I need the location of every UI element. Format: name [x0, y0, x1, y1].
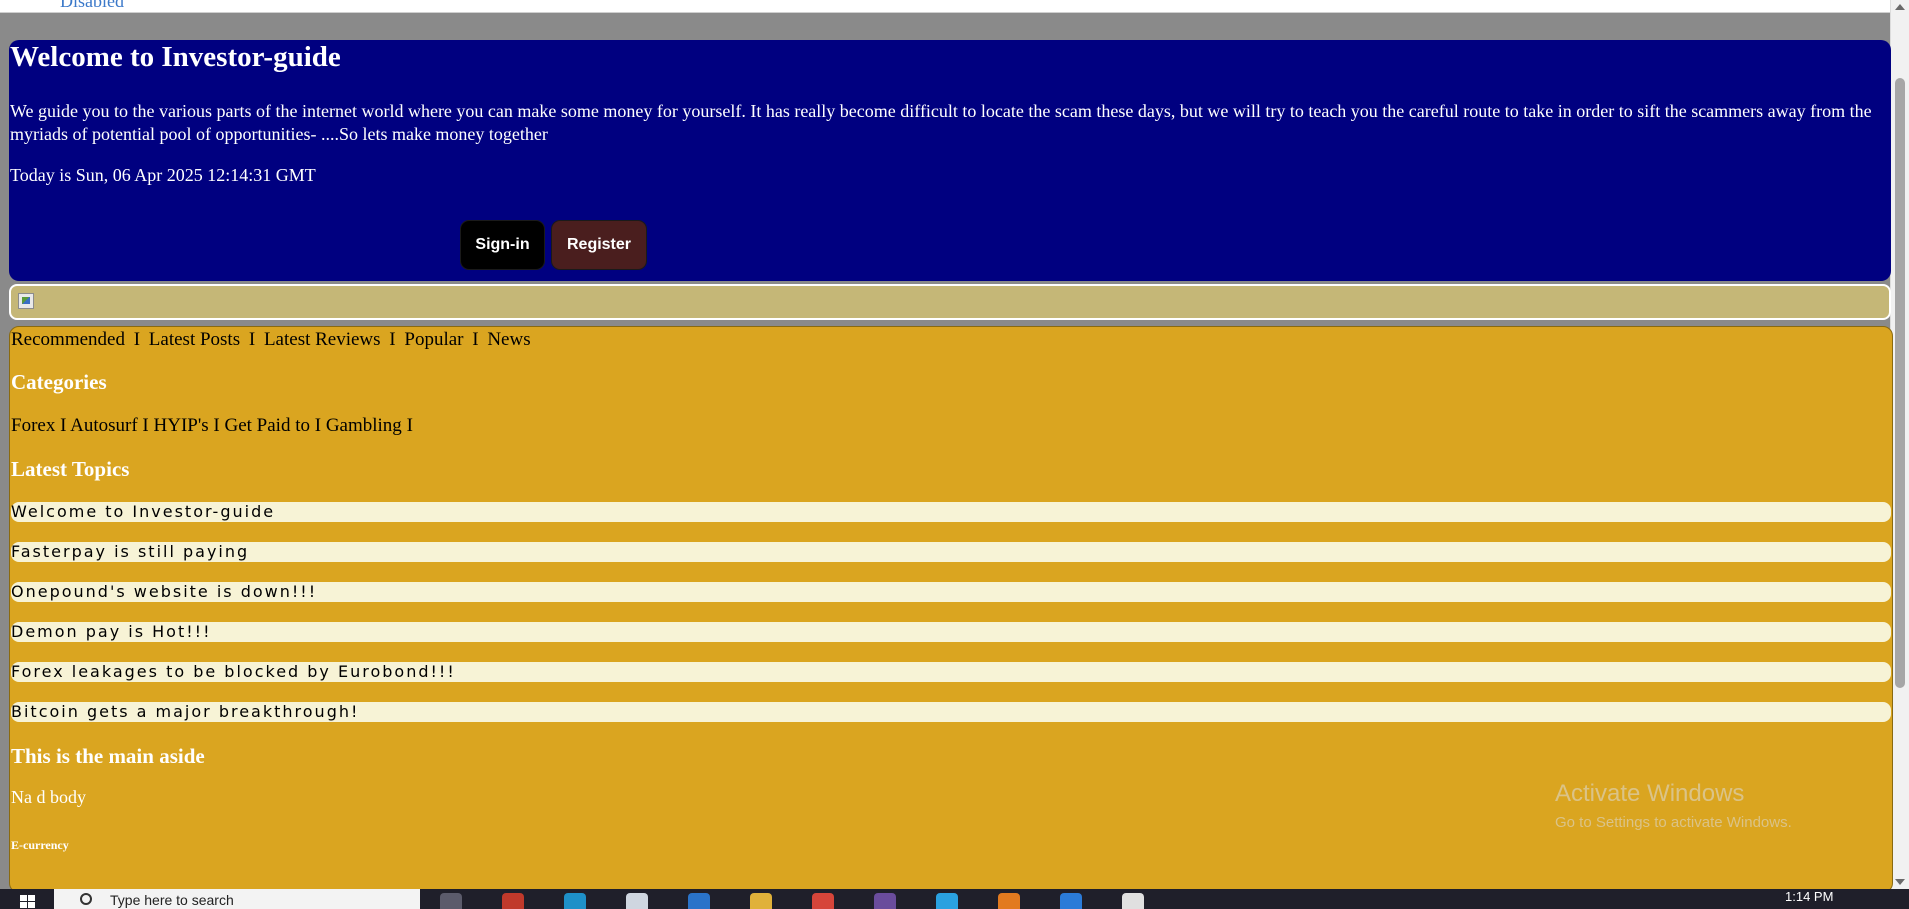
- previous-content-strip: Disabled: [0, 0, 1891, 13]
- current-date: Today is Sun, 06 Apr 2025 12:14:31 GMT: [10, 165, 316, 185]
- nav-separator: I: [389, 329, 396, 350]
- clock-time[interactable]: 1:14 PM: [1785, 889, 1833, 904]
- nav-separator: I: [133, 329, 141, 350]
- nav-item-recommended[interactable]: Recommended: [11, 329, 125, 350]
- sign-in-button[interactable]: Sign-in: [460, 220, 545, 270]
- windows-start-icon[interactable]: [20, 895, 36, 909]
- categories-list: Forex I Autosurf I HYIP's I Get Paid to …: [11, 415, 413, 437]
- watermark-title: Activate Windows: [1555, 780, 1745, 807]
- scrollbar-thumb[interactable]: [1895, 78, 1905, 688]
- top-nav: Recommended I Latest Posts I Latest Revi…: [11, 329, 531, 351]
- register-button[interactable]: Register: [551, 220, 647, 270]
- scroll-up-arrow-icon[interactable]: [1895, 4, 1905, 10]
- aside-body-text: Na d body: [11, 787, 86, 807]
- copilot-icon[interactable]: [502, 893, 524, 909]
- category-separator: I: [314, 415, 322, 436]
- disabled-text: Disabled: [60, 0, 124, 11]
- topic-item[interactable]: Forex leakages to be blocked by Eurobond…: [11, 662, 1891, 682]
- app-orange-icon[interactable]: [998, 893, 1020, 909]
- watermark-subtitle: Go to Settings to activate Windows.: [1555, 814, 1792, 831]
- category-separator: I: [406, 415, 413, 436]
- search-placeholder: Type here to search: [110, 892, 234, 908]
- paint-icon[interactable]: [1122, 893, 1144, 909]
- topic-item[interactable]: Onepound's website is down!!!: [11, 582, 1891, 602]
- nav-item-latest-reviews[interactable]: Latest Reviews: [264, 329, 381, 350]
- mail-icon[interactable]: [688, 893, 710, 909]
- taskbar-search[interactable]: Type here to search: [54, 889, 420, 909]
- category-forex[interactable]: Forex: [11, 415, 55, 436]
- nav-item-popular[interactable]: Popular: [404, 329, 463, 350]
- topic-item[interactable]: Welcome to Investor-guide: [11, 502, 1891, 522]
- edge-icon[interactable]: [564, 893, 586, 909]
- aside-heading: This is the main aside: [11, 744, 205, 768]
- banner-strip: [9, 284, 1891, 320]
- category-separator: I: [213, 415, 220, 436]
- e-currency-heading: E-currency: [11, 838, 69, 852]
- telegram-icon[interactable]: [936, 893, 958, 909]
- file-explorer-icon[interactable]: [750, 893, 772, 909]
- intro-text: We guide you to the various parts of the…: [10, 101, 1872, 144]
- nav-separator: I: [472, 329, 479, 350]
- topic-item[interactable]: Fasterpay is still paying: [11, 542, 1891, 562]
- activation-watermark: Activate Windows Go to Settings to activ…: [1555, 780, 1792, 831]
- latest-topics-heading: Latest Topics: [11, 457, 130, 481]
- broken-image-icon: [18, 293, 34, 309]
- category-autosurf[interactable]: Autosurf: [70, 415, 138, 436]
- nav-separator: I: [248, 329, 256, 350]
- chrome-icon[interactable]: [812, 893, 834, 909]
- category-separator: I: [142, 415, 149, 436]
- vscode-icon[interactable]: [1060, 893, 1082, 909]
- topic-item[interactable]: Demon pay is Hot!!!: [11, 622, 1891, 642]
- app-icon[interactable]: [874, 893, 896, 909]
- search-icon: [80, 893, 92, 905]
- category-hyips[interactable]: HYIP's: [154, 415, 209, 436]
- categories-heading: Categories: [11, 370, 107, 394]
- category-separator: I: [60, 415, 67, 436]
- taskbar: Type here to search 1:14 PM: [0, 889, 1909, 909]
- store-icon[interactable]: [626, 893, 648, 909]
- nav-item-latest-posts[interactable]: Latest Posts: [149, 329, 240, 350]
- topic-item[interactable]: Bitcoin gets a major breakthrough!: [11, 702, 1891, 722]
- page-title: Welcome to Investor-guide: [10, 41, 341, 73]
- category-get-paid-to[interactable]: Get Paid to: [224, 415, 310, 436]
- site-header: Welcome to Investor-guide We guide you t…: [9, 40, 1891, 281]
- task-view-icon[interactable]: [440, 893, 462, 909]
- nav-item-news[interactable]: News: [487, 329, 530, 350]
- category-gambling[interactable]: Gambling: [326, 415, 402, 436]
- scroll-down-arrow-icon[interactable]: [1895, 879, 1905, 885]
